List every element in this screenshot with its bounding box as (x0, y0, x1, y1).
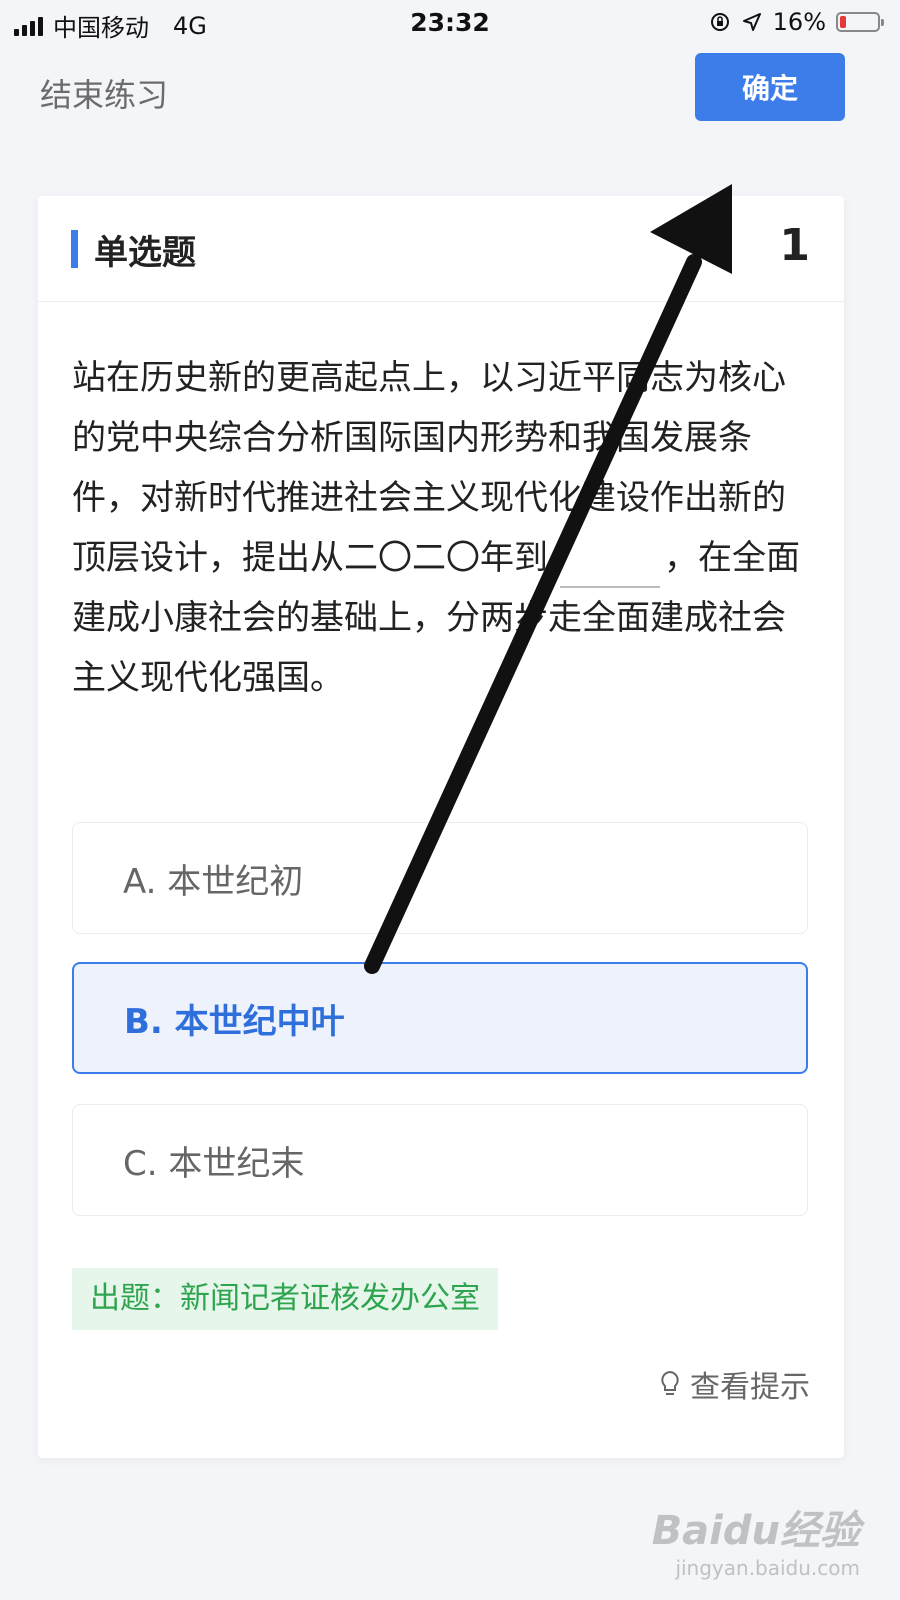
question-card: 单选题 1 站在历史新的更高起点上，以习近平同志为核心的党中央综合分析国际国内形… (38, 196, 844, 1458)
question-text: 站在历史新的更高起点上，以习近平同志为核心的党中央综合分析国际国内形势和我国发展… (72, 348, 812, 708)
exit-practice-button[interactable]: 结束练习 (40, 70, 168, 116)
source-badge: 出题：新闻记者证核发办公室 (72, 1268, 498, 1330)
type-accent-bar (71, 230, 78, 268)
battery-fill (840, 16, 846, 28)
question-type-label: 单选题 (94, 233, 196, 273)
option-a[interactable]: A. 本世纪初 (72, 822, 808, 934)
option-b[interactable]: B. 本世纪中叶 (72, 962, 808, 1074)
watermark-url: jingyan.baidu.com (675, 1556, 860, 1580)
location-icon (742, 13, 761, 31)
question-number: 1 (779, 220, 810, 271)
view-hint-button[interactable]: 查看提示 (658, 1362, 810, 1406)
battery-icon (836, 12, 884, 32)
view-hint-label: 查看提示 (690, 1370, 810, 1405)
orientation-lock-icon (710, 13, 729, 31)
status-right: 16% (709, 8, 884, 36)
answer-blank (560, 548, 660, 588)
watermark-logo: Baidu经验 (651, 1508, 860, 1554)
card-header: 单选题 1 (38, 196, 844, 302)
confirm-button[interactable]: 确定 (695, 53, 845, 121)
baidu-watermark: Baidu经验 jingyan.baidu.com (652, 1498, 860, 1580)
lightbulb-icon (661, 1370, 679, 1395)
battery-percent: 16% (772, 8, 826, 36)
status-bar: 中国移动 4G 23:32 16% (0, 0, 900, 50)
option-c[interactable]: C. 本世纪末 (72, 1104, 808, 1216)
